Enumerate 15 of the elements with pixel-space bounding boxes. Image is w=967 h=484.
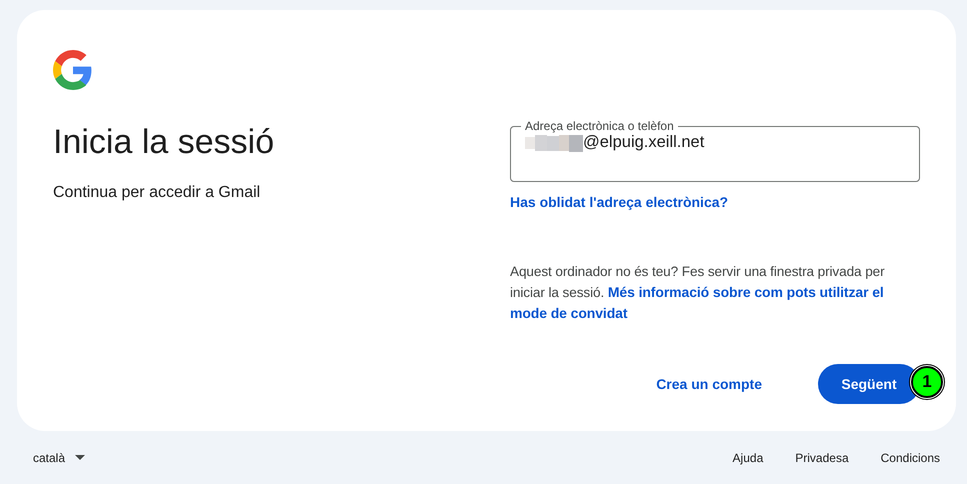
language-selector[interactable]: català — [33, 450, 66, 464]
caret-icon[interactable] — [75, 455, 86, 460]
forgot-email-link[interactable]: Has oblidat l'adreça electrònica? — [510, 194, 728, 210]
learn-more-link[interactable]: Més informació sobre com pots utilitzar el — [608, 284, 884, 300]
page-title: Inicia la sessió — [53, 122, 276, 163]
email-field[interactable]: Adreça electrònica o telèfon @elpuig.xeill.net — [510, 119, 920, 182]
subtitle: Continua per accedir a Gmail — [53, 184, 262, 202]
create-account-button[interactable]: Crea un compte — [640, 366, 778, 402]
google-logo-icon — [53, 50, 93, 90]
guest-mode-notice: Aquest ordinador no és teu? Fes servir una finestra privada per iniciar la sessió. Més informació sobre com pots utilitzar el mode de convidat — [510, 263, 886, 323]
learn-more-link[interactable]: mode de convidat — [510, 305, 628, 321]
footer-link[interactable]: Privadesa — [795, 450, 849, 464]
footer-link[interactable]: Condicions — [880, 450, 940, 464]
footer-link[interactable]: Ajuda — [732, 450, 764, 464]
step-marker: 1 — [911, 366, 943, 398]
